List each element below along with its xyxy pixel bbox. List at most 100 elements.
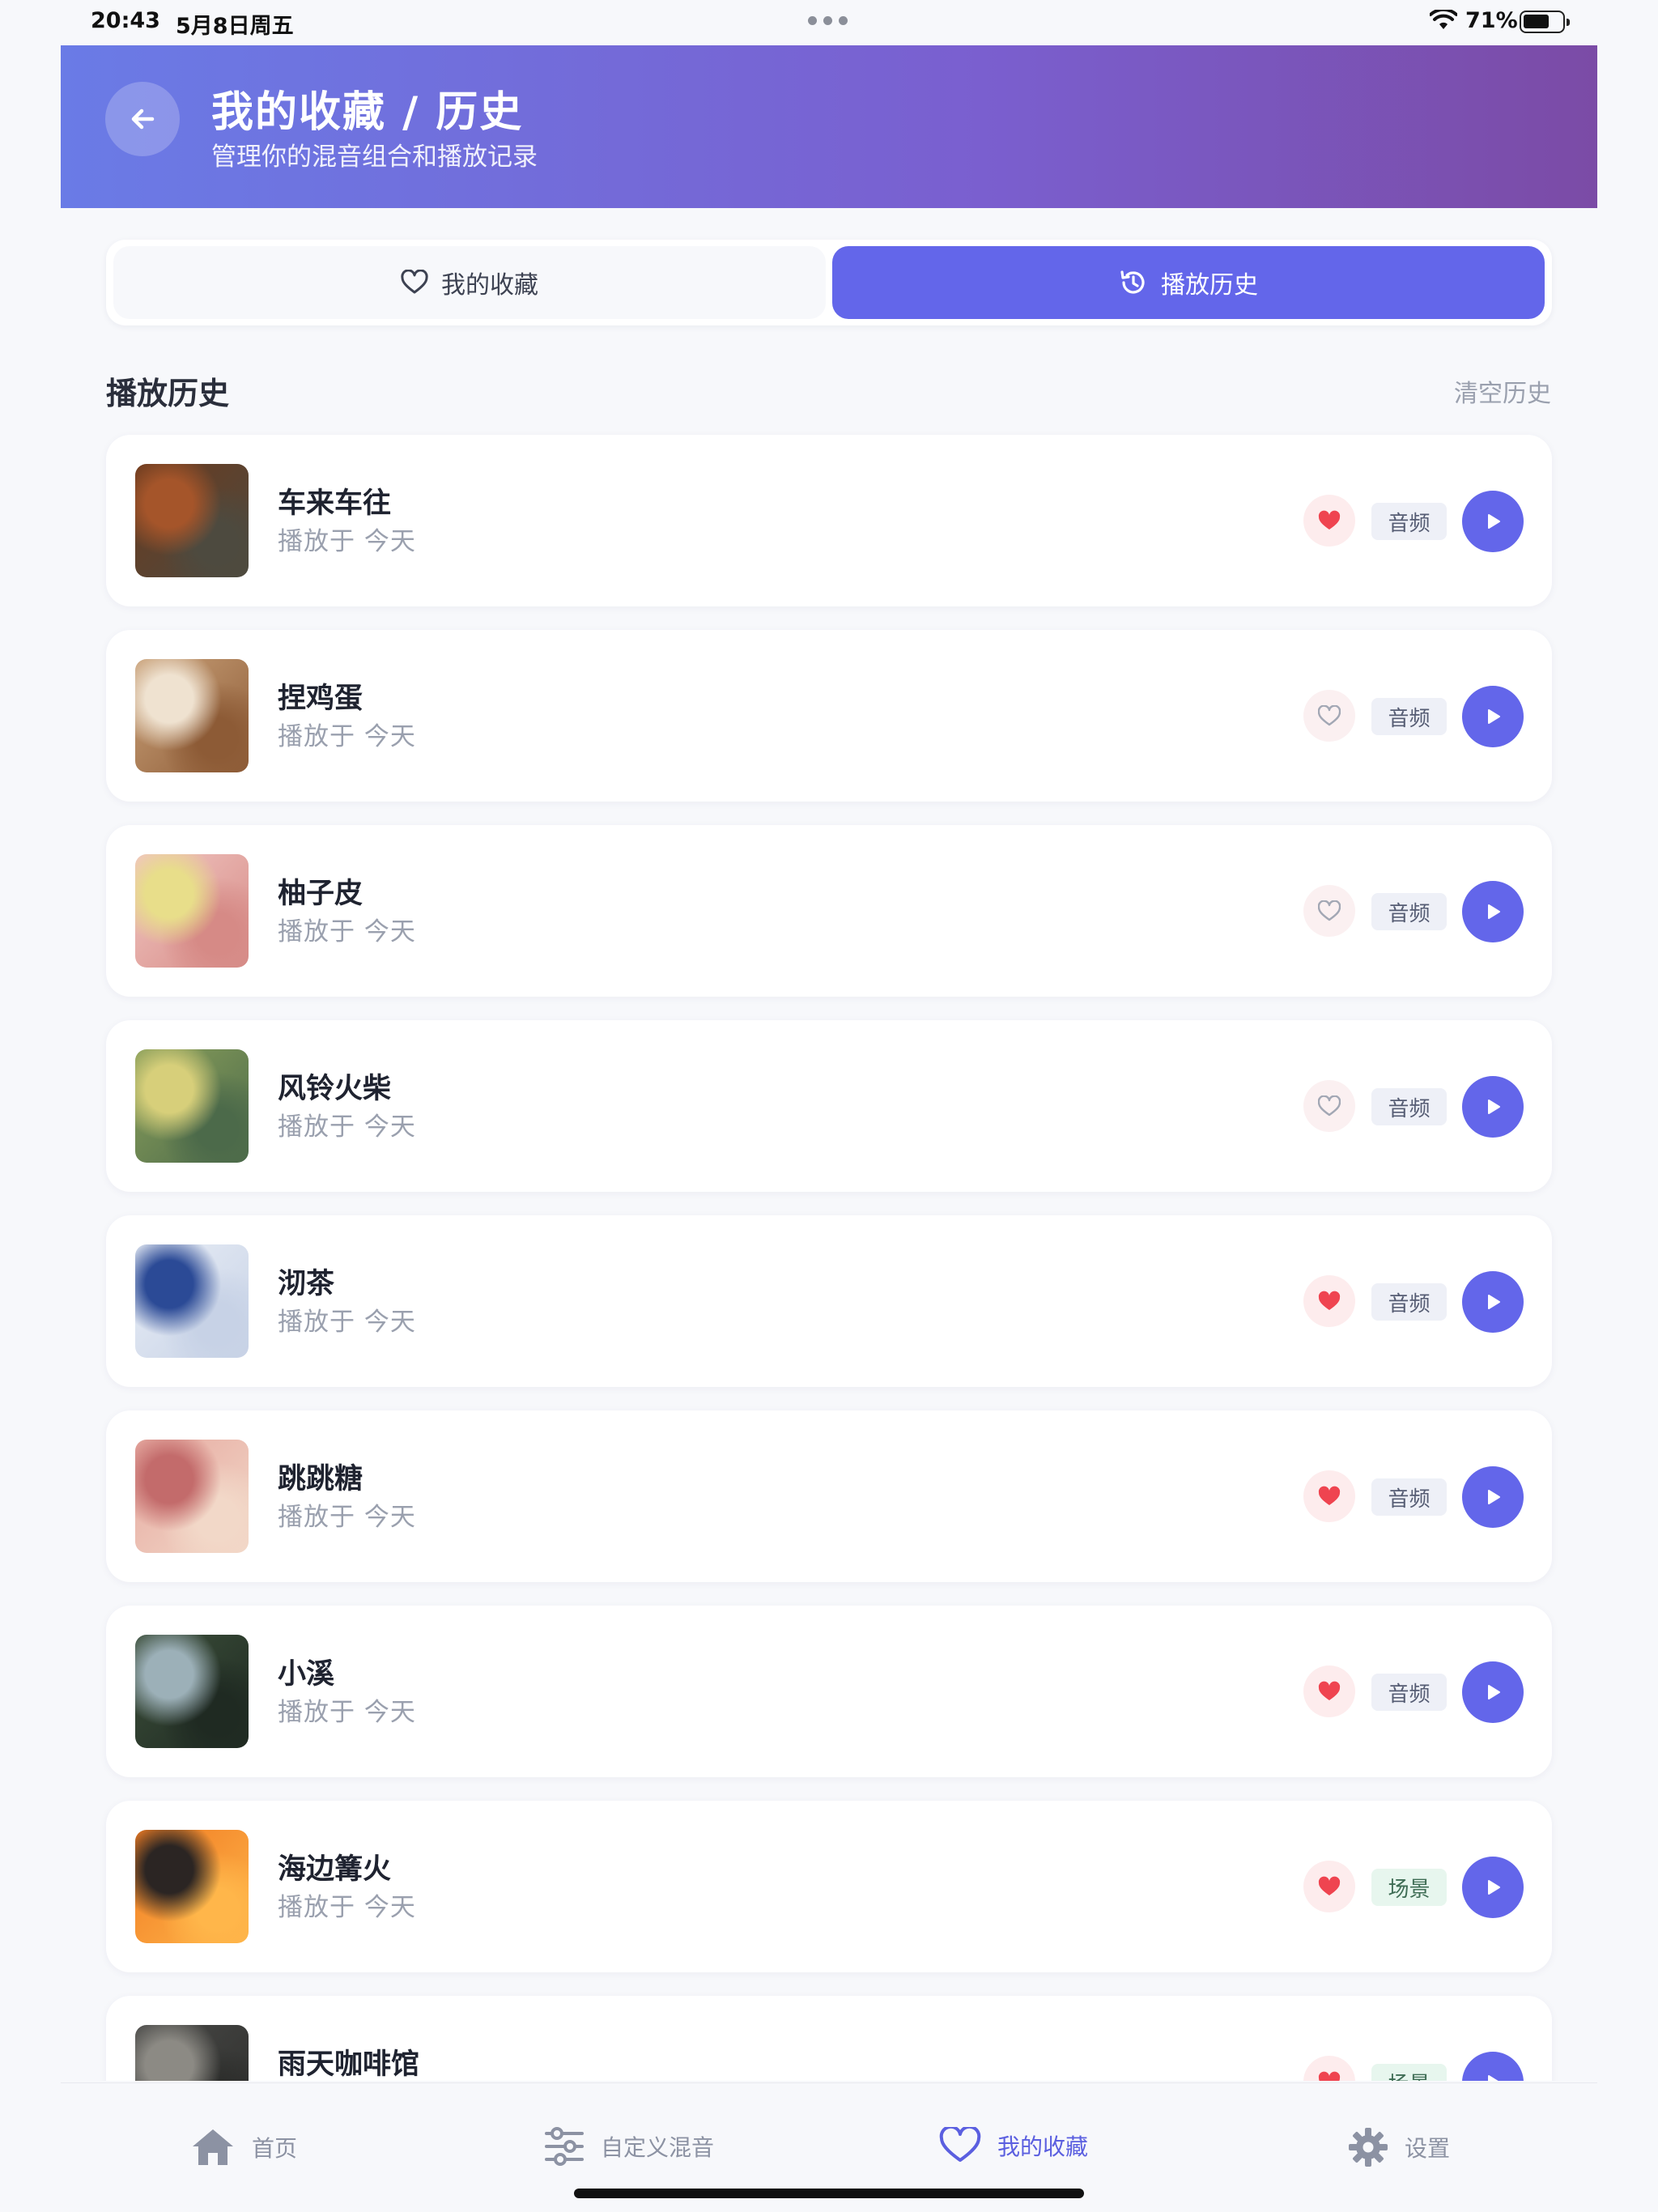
app-screen: 20:43 5月8日周五 71% 我的收藏 / 历史 管理你的混音组合和播放记录… <box>0 0 1658 2212</box>
heart-outline-icon <box>401 270 428 294</box>
item-thumbnail <box>135 464 249 577</box>
wifi-icon <box>1430 10 1457 29</box>
play-button[interactable] <box>1462 2052 1524 2081</box>
item-played-time: 播放于 今天 <box>278 1503 416 1532</box>
play-button[interactable] <box>1462 686 1524 747</box>
play-button[interactable] <box>1462 491 1524 552</box>
play-button[interactable] <box>1462 1661 1524 1723</box>
item-type-badge: 音频 <box>1371 1088 1447 1125</box>
item-thumbnail <box>135 1440 249 1553</box>
item-played-time: 播放于 今天 <box>278 917 416 946</box>
section-title: 播放历史 <box>106 376 230 411</box>
home-indicator <box>574 2189 1084 2198</box>
item-thumbnail <box>135 1635 249 1748</box>
heart-filled-icon <box>1318 510 1341 530</box>
item-name: 沏茶 <box>278 1268 335 1300</box>
item-name: 捏鸡蛋 <box>278 683 363 715</box>
play-button[interactable] <box>1462 881 1524 942</box>
item-type-badge: 音频 <box>1371 893 1447 930</box>
favorite-toggle-button[interactable] <box>1303 1665 1355 1717</box>
item-played-time: 播放于 今天 <box>278 527 416 556</box>
favorite-toggle-button[interactable] <box>1303 1470 1355 1522</box>
list-item[interactable]: 捏鸡蛋播放于 今天 音频 <box>106 630 1552 802</box>
item-type-badge: 场景 <box>1371 2064 1447 2081</box>
item-played-time: 播放于 今天 <box>278 1698 416 1727</box>
item-played-time: 播放于 今天 <box>278 1112 416 1142</box>
play-icon <box>1488 709 1500 724</box>
page-title: 我的收藏 / 历史 <box>211 88 524 137</box>
heart-filled-icon <box>1318 1291 1341 1310</box>
list-item[interactable]: 风铃火柴 播放于 今天 音频 <box>106 1020 1552 1192</box>
item-type-badge: 音频 <box>1371 698 1447 735</box>
heart-filled-icon <box>1318 1486 1341 1505</box>
item-thumbnail <box>135 2025 249 2081</box>
nav-home[interactable]: 首页 <box>190 2127 297 2167</box>
list-item[interactable]: 沏茶 播放于 今天 音频 <box>106 1215 1552 1387</box>
item-name: 海边篝火 <box>278 1853 392 1886</box>
tab-favorites-label: 我的收藏 <box>441 271 538 300</box>
heart-filled-icon <box>1318 1681 1341 1700</box>
heart-filled-icon <box>1318 2071 1341 2081</box>
play-button[interactable] <box>1462 1466 1524 1528</box>
nav-settings[interactable]: 设置 <box>1348 2127 1450 2167</box>
tab-favorites[interactable]: 我的收藏 <box>113 246 826 319</box>
list-item[interactable]: 雨天咖啡馆播放于 今天场景 <box>106 1996 1552 2081</box>
battery-icon <box>1520 11 1570 33</box>
list-item[interactable]: 车来车往播放于 今天 音频 <box>106 435 1552 606</box>
item-thumbnail <box>135 1244 249 1358</box>
history-list[interactable]: 车来车往 播放于 今天 音频 捏鸡蛋 播放于 今天 音频 柚子皮 播放于 今天 音频 风铃火柴 播放… <box>0 429 1658 2081</box>
page-subtitle: 管理你的混音组合和播放记录 <box>211 143 538 172</box>
gear-icon <box>1349 2128 1388 2167</box>
item-type-badge: 音频 <box>1371 1283 1447 1321</box>
heart-outline-icon <box>1318 1095 1341 1117</box>
item-type-badge: 音频 <box>1371 1478 1447 1516</box>
item-type-badge: 音频 <box>1371 1674 1447 1711</box>
play-button[interactable] <box>1462 1076 1524 1138</box>
clear-history-button[interactable]: 清空历史 <box>1454 373 1551 409</box>
play-icon <box>1488 1880 1500 1895</box>
nav-favorites-label: 我的收藏 <box>997 2133 1089 2160</box>
favorite-toggle-button[interactable] <box>1303 495 1355 547</box>
item-name: 跳跳糖 <box>278 1463 363 1495</box>
favorite-toggle-button[interactable] <box>1303 1861 1355 1912</box>
multitasking-dots-icon[interactable] <box>808 16 848 25</box>
play-icon <box>1488 1490 1500 1504</box>
list-item[interactable]: 小溪播放于 今天 音频 <box>106 1606 1552 1777</box>
history-icon <box>1120 270 1145 294</box>
item-played-time: 播放于 今天 <box>278 722 416 751</box>
tab-history[interactable]: 播放历史 <box>832 246 1545 319</box>
favorite-toggle-button[interactable] <box>1303 885 1355 937</box>
battery-percent: 71% <box>1465 8 1518 33</box>
back-button[interactable] <box>105 82 180 156</box>
play-button[interactable] <box>1462 1857 1524 1918</box>
favorite-toggle-button[interactable] <box>1303 1275 1355 1327</box>
favorite-toggle-button[interactable] <box>1303 1080 1355 1132</box>
item-name: 车来车往 <box>278 487 392 520</box>
status-date: 5月8日周五 <box>176 14 294 39</box>
list-item[interactable]: 柚子皮播放于 今天 音频 <box>106 825 1552 997</box>
page-header: 我的收藏 / 历史 管理你的混音组合和播放记录 <box>61 45 1597 208</box>
item-type-badge: 场景 <box>1371 1869 1447 1906</box>
nav-home-label: 首页 <box>252 2135 298 2162</box>
play-icon <box>1488 1685 1500 1699</box>
item-name: 小溪 <box>278 1658 335 1691</box>
nav-custom-mix[interactable]: 自定义混音 <box>544 2127 714 2166</box>
item-name: 柚子皮 <box>278 878 363 910</box>
item-thumbnail <box>135 659 249 772</box>
item-type-badge: 音频 <box>1371 503 1447 540</box>
list-item[interactable]: 海边篝火 播放于 今天 场景 <box>106 1801 1552 1972</box>
item-thumbnail <box>135 1049 249 1163</box>
item-thumbnail <box>135 854 249 968</box>
segmented-tabs: 我的收藏 播放历史 <box>106 240 1552 325</box>
nav-favorites[interactable]: 我的收藏 <box>939 2127 1088 2164</box>
home-icon <box>193 2129 233 2165</box>
sliders-icon <box>545 2127 584 2166</box>
tab-history-label: 播放历史 <box>1161 271 1258 300</box>
favorite-toggle-button[interactable] <box>1303 690 1355 742</box>
favorite-toggle-button[interactable] <box>1303 2056 1355 2081</box>
item-thumbnail <box>135 1830 249 1943</box>
arrow-left-icon <box>131 108 155 130</box>
play-button[interactable] <box>1462 1271 1524 1333</box>
list-item[interactable]: 跳跳糖播放于 今天 音频 <box>106 1410 1552 1582</box>
heart-filled-icon <box>1318 1876 1341 1895</box>
